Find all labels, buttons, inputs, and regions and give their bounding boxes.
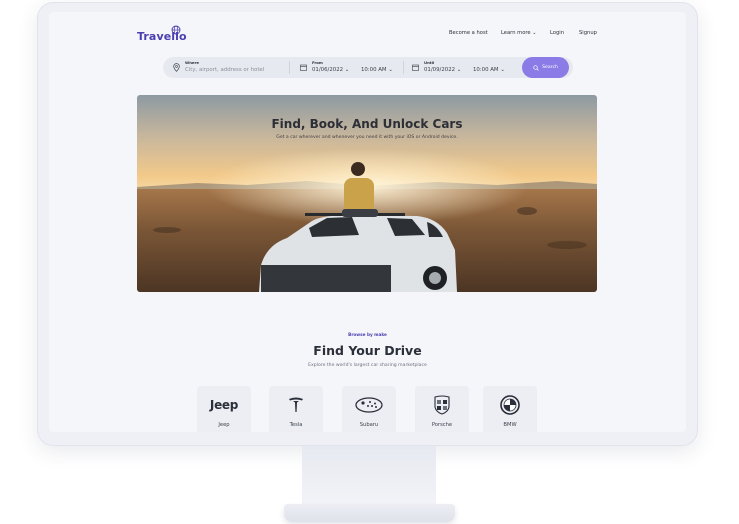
from-label: From — [312, 60, 323, 65]
nav-login[interactable]: Login — [550, 30, 564, 36]
monitor-frame: Travello Become a host Learn more ⌄ Logi… — [37, 2, 698, 446]
from-date-value: 01/06/2022 — [312, 67, 344, 73]
hero-banner: Find, Book, And Unlock Cars Get a car wh… — [137, 95, 597, 292]
monitor-stand-neck — [302, 446, 436, 508]
make-card-tesla[interactable]: Tesla — [269, 386, 323, 432]
until-label: Until — [424, 60, 435, 65]
tesla-logo — [269, 394, 323, 416]
nav-learn-more[interactable]: Learn more ⌄ — [501, 30, 536, 36]
calendar-icon — [300, 64, 307, 71]
bmw-logo — [483, 394, 537, 416]
porsche-logo — [415, 394, 469, 416]
search-bar: Where City, airport, address or hotel Fr… — [163, 57, 573, 78]
search-button[interactable]: Search — [522, 57, 569, 78]
from-date-select[interactable]: 01/06/2022 ⌄ — [312, 67, 349, 73]
jeep-logo: Jeep — [209, 398, 239, 412]
hero-subtitle: Get a car wherever and whenever you need… — [276, 135, 458, 140]
subaru-logo — [342, 394, 396, 416]
from-time-select[interactable]: 10:00 AM ⌄ — [361, 67, 393, 73]
section-title: Find Your Drive — [313, 343, 422, 358]
search-divider — [289, 61, 290, 74]
until-time-select[interactable]: 10:00 AM ⌄ — [473, 67, 505, 73]
search-button-label: Search — [542, 65, 558, 70]
section-subtitle: Explore the world's largest car sharing … — [308, 363, 427, 368]
make-label: Porsche — [431, 422, 453, 428]
make-card-porsche[interactable]: Porsche — [415, 386, 469, 432]
make-card-subaru[interactable]: Subaru — [342, 386, 396, 432]
location-pin-icon — [173, 63, 180, 72]
chevron-down-icon: ⌄ — [388, 67, 393, 73]
from-time-value: 10:00 AM — [361, 67, 387, 73]
where-label: Where — [185, 60, 199, 65]
search-icon — [533, 64, 539, 71]
until-date-value: 01/09/2022 — [424, 67, 456, 73]
where-input[interactable]: City, airport, address or hotel — [185, 67, 264, 73]
calendar-icon — [412, 64, 419, 71]
make-label: Tesla — [289, 422, 303, 428]
make-label: BMW — [503, 422, 517, 428]
screen: Travello Become a host Learn more ⌄ Logi… — [49, 12, 686, 432]
monitor-stand-base — [284, 504, 455, 522]
nav-become-host[interactable]: Become a host — [449, 30, 488, 36]
hero-title: Find, Book, And Unlock Cars — [271, 117, 463, 131]
chevron-down-icon: ⌄ — [500, 67, 505, 73]
until-time-value: 10:00 AM — [473, 67, 499, 73]
nav-learn-more-label: Learn more — [501, 30, 531, 36]
globe-icon — [171, 25, 181, 35]
make-label: Jeep — [218, 422, 230, 428]
chevron-down-icon: ⌄ — [344, 67, 350, 73]
make-card-jeep[interactable]: Jeep Jeep — [197, 386, 251, 432]
chevron-down-icon: ⌄ — [456, 67, 462, 73]
until-date-select[interactable]: 01/09/2022 ⌄ — [424, 67, 461, 73]
nav-signup[interactable]: Signup — [579, 30, 597, 36]
browse-eyebrow: Browse by make — [348, 332, 387, 337]
make-card-bmw[interactable]: BMW — [483, 386, 537, 432]
make-label: Subaru — [359, 422, 379, 428]
search-divider — [403, 61, 404, 74]
chevron-down-icon: ⌄ — [532, 30, 537, 36]
